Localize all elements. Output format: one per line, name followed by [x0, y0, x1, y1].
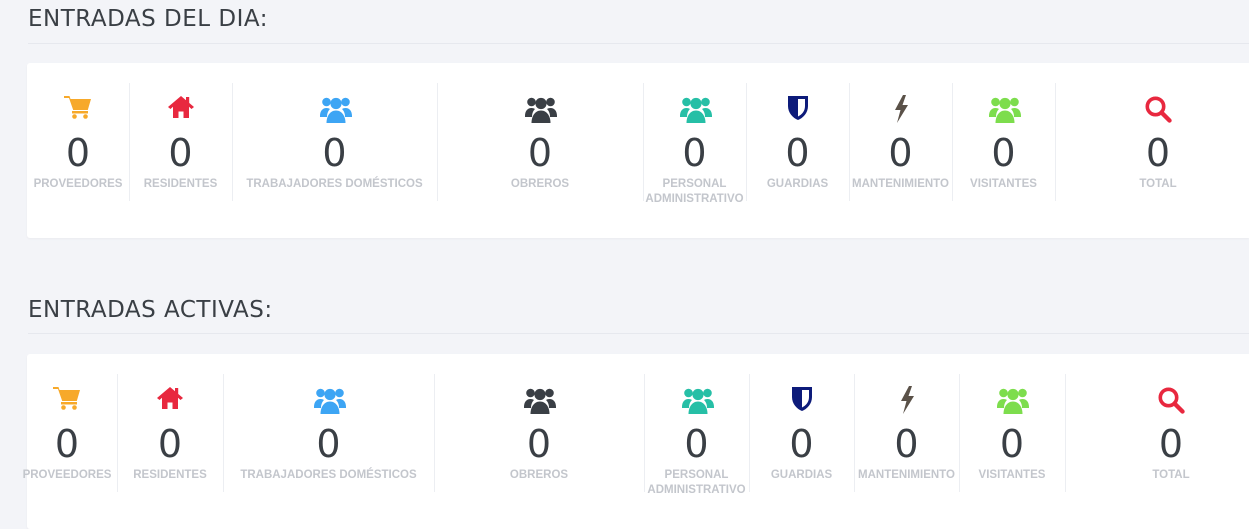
stat-label: PERSONAL ADMINISTRATIVO	[645, 178, 744, 205]
stat-value: 0	[527, 131, 553, 175]
stat-residentes: 0 RESIDENTES	[117, 374, 224, 492]
stat-visitantes: 0 VISITANTES	[959, 374, 1066, 492]
search-icon	[1143, 95, 1173, 125]
stat-value: 0	[785, 131, 810, 175]
search-icon	[1156, 386, 1186, 416]
stats-card-entradas-activas: 0 PROVEEDORES 0 RESIDENTES 0 TRABAJADORES D…	[23, 354, 1249, 529]
stat-value: 0	[526, 422, 552, 466]
stat-value: 0	[168, 131, 193, 175]
divider	[28, 333, 1249, 334]
stat-label: VISITANTES	[978, 469, 1046, 481]
stat-label: TRABAJADORES DOMÉSTICOS	[246, 178, 423, 190]
stat-label: MANTENIMIENTO	[858, 469, 955, 481]
section-title-entradas-del-dia: ENTRADAS DEL DIA:	[28, 6, 268, 32]
users-icon	[313, 386, 346, 416]
stat-trabajadores-domesticos: 0 TRABAJADORES DOMÉSTICOS	[223, 374, 435, 492]
stat-label: GUARDIAS	[770, 469, 833, 481]
stat-value: 0	[888, 131, 913, 175]
stat-residentes: 0 RESIDENTES	[129, 83, 233, 201]
users-icon	[679, 95, 712, 125]
stat-value: 0	[1145, 131, 1171, 175]
stat-label: RESIDENTES	[143, 178, 218, 190]
cart-icon	[63, 95, 93, 125]
users-icon	[524, 386, 556, 416]
stat-label: OBREROS	[510, 178, 570, 190]
stat-label: GUARDIAS	[766, 178, 829, 190]
stat-label: TRABAJADORES DOMÉSTICOS	[240, 469, 417, 481]
stat-value: 0	[322, 131, 347, 175]
stat-label: PROVEEDORES	[33, 178, 123, 190]
bolt-icon	[892, 386, 922, 416]
stat-value: 0	[682, 131, 707, 175]
stat-value: 0	[316, 422, 341, 466]
stat-label: VISITANTES	[970, 178, 1037, 190]
users-icon	[988, 95, 1021, 125]
shield-icon	[787, 386, 817, 416]
stat-total: 0 TOTAL	[1065, 374, 1249, 492]
users-icon	[681, 386, 714, 416]
stat-obreros: 0 OBREROS	[434, 374, 645, 492]
stat-personal-administrativo: 0 PERSONAL ADMINISTRATIVO	[643, 83, 747, 205]
stat-label: TOTAL	[1139, 178, 1177, 190]
stat-value: 0	[157, 422, 183, 466]
stat-label: RESIDENTES	[133, 469, 207, 481]
stat-value: 0	[894, 422, 919, 466]
stat-mantenimiento: 0 MANTENIMIENTO	[854, 374, 960, 492]
stat-value: 0	[684, 422, 709, 466]
stat-total: 0 TOTAL	[1055, 83, 1249, 201]
home-icon	[166, 95, 196, 125]
users-icon	[997, 386, 1029, 416]
stat-label: PERSONAL ADMINISTRATIVO	[647, 469, 746, 496]
stat-mantenimiento: 0 MANTENIMIENTO	[849, 83, 953, 201]
stat-proveedores: 0 PROVEEDORES	[27, 83, 130, 201]
stat-obreros: 0 OBREROS	[437, 83, 644, 201]
stat-value: 0	[54, 422, 80, 466]
stat-value: 0	[65, 131, 91, 175]
stat-label: PROVEEDORES	[22, 469, 112, 481]
section-title-entradas-activas: ENTRADAS ACTIVAS:	[28, 297, 273, 323]
shield-icon	[783, 95, 813, 125]
stat-label: OBREROS	[509, 469, 569, 481]
stat-value: 0	[789, 422, 814, 466]
cart-icon	[52, 386, 82, 416]
bolt-icon	[886, 95, 916, 125]
stat-guardias: 0 GUARDIAS	[746, 83, 850, 201]
divider	[28, 43, 1249, 44]
stat-value: 0	[1158, 422, 1184, 466]
stat-proveedores: 0 PROVEEDORES	[17, 374, 118, 492]
stat-visitantes: 0 VISITANTES	[952, 83, 1056, 201]
stat-personal-administrativo: 0 PERSONAL ADMINISTRATIVO	[644, 374, 750, 496]
users-icon	[319, 95, 352, 125]
stat-guardias: 0 GUARDIAS	[749, 374, 855, 492]
users-icon	[525, 95, 557, 125]
home-icon	[155, 386, 185, 416]
stat-label: TOTAL	[1152, 469, 1190, 481]
stats-card-entradas-del-dia: 0 PROVEEDORES 0 RESIDENTES 0 TRABAJADORES D…	[27, 63, 1249, 238]
stat-value: 0	[991, 131, 1016, 175]
stat-value: 0	[999, 422, 1025, 466]
stat-label: MANTENIMIENTO	[852, 178, 949, 190]
stat-trabajadores-domesticos: 0 TRABAJADORES DOMÉSTICOS	[232, 83, 438, 201]
